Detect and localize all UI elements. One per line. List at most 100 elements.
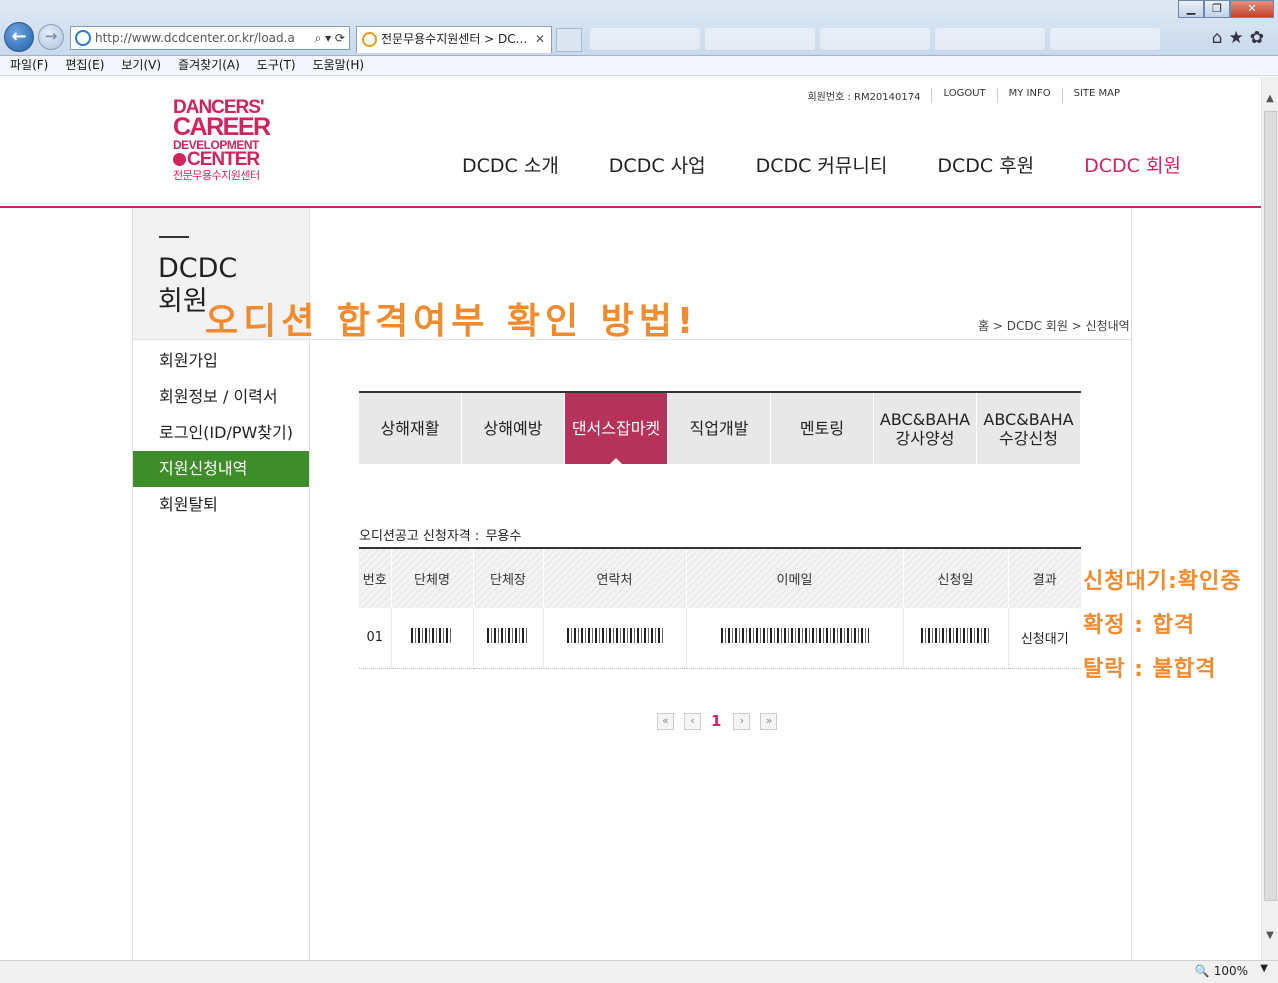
logo-dot-icon bbox=[173, 153, 186, 166]
sidebar-item-login[interactable]: 로그인(ID/PW찾기) bbox=[133, 415, 309, 451]
sidebar-item-withdraw[interactable]: 회원탈퇴 bbox=[133, 487, 309, 523]
sidebar-item-join[interactable]: 회원가입 bbox=[133, 343, 309, 379]
gnb-support[interactable]: DCDC 후원 bbox=[937, 151, 1034, 178]
sidebar-item-applications[interactable]: 지원신청내역 bbox=[133, 451, 309, 487]
logo-line: CENTER bbox=[187, 149, 260, 170]
menu-view[interactable]: 보기(V) bbox=[121, 56, 161, 75]
gnb-about[interactable]: DCDC 소개 bbox=[462, 151, 559, 178]
member-number: 회원번호 : RM20140174 bbox=[807, 92, 921, 103]
col-header-group: 단체명 bbox=[391, 548, 474, 608]
cell-no: 01 bbox=[359, 608, 392, 669]
redacted-text bbox=[720, 628, 869, 644]
breadcrumb-divider bbox=[309, 339, 1131, 340]
col-header-email: 이메일 bbox=[686, 548, 904, 608]
prev-page-button[interactable]: ‹ bbox=[684, 712, 701, 730]
tab-active[interactable]: 전문무용수지원센터 > DC... ✕ bbox=[356, 26, 552, 53]
taskbar-ghost bbox=[705, 28, 815, 50]
minimize-icon[interactable]: ▁ bbox=[1178, 0, 1204, 18]
global-nav: DCDC 소개 DCDC 사업 DCDC 커뮤니티 DCDC 후원 DCDC 회… bbox=[462, 151, 1231, 178]
scroll-up-icon[interactable]: ▲ bbox=[1262, 93, 1278, 109]
zoom-dropdown-icon[interactable]: ▼ bbox=[1260, 963, 1268, 974]
qualification-line: 오디션공고 신청자격 : 무용수 bbox=[359, 525, 521, 544]
sidebar-menu: 회원가입 회원정보 / 이력서 로그인(ID/PW찾기) 지원신청내역 회원탈퇴 bbox=[133, 343, 309, 523]
search-refresh-icon[interactable]: ⌕ ▾ ⟳ bbox=[310, 27, 345, 49]
col-header-contact: 연락처 bbox=[543, 548, 687, 608]
logout-link[interactable]: LOGOUT bbox=[931, 88, 996, 103]
site-map-link[interactable]: SITE MAP bbox=[1061, 88, 1131, 103]
redacted-text bbox=[487, 628, 529, 644]
gnb-business[interactable]: DCDC 사업 bbox=[609, 151, 706, 178]
vertical-scrollbar[interactable]: ▲ ▼ bbox=[1261, 77, 1278, 960]
zoom-level[interactable]: 🔍 100% bbox=[1195, 964, 1248, 978]
taskbar-ghost bbox=[1050, 28, 1160, 50]
taskbar-ghost bbox=[820, 28, 930, 50]
tab-injury-prevention[interactable]: 상해예방 bbox=[462, 393, 564, 464]
annotation-legend-accepted: 확정 : 합격 bbox=[1083, 613, 1196, 638]
menu-file[interactable]: 파일(F) bbox=[10, 56, 48, 75]
cell-date-redacted bbox=[903, 608, 1009, 669]
address-bar[interactable]: http://www.dcdcenter.or.kr/load.a ⌕ ▾ ⟳ bbox=[70, 26, 350, 50]
tab-title: 전문무용수지원센터 > DC... bbox=[381, 32, 528, 46]
program-tabs: 상해재활 상해예방 댄서스잡마켓 직업개발 멘토링 ABC&BAHA 강사양성 … bbox=[359, 391, 1081, 464]
taskbar-ghost bbox=[590, 28, 700, 50]
menu-tools[interactable]: 도구(T) bbox=[257, 56, 296, 75]
gnb-member[interactable]: DCDC 회원 bbox=[1084, 151, 1181, 178]
window-controls: ▁ ❐ ✕ bbox=[1178, 0, 1274, 18]
cell-group-redacted bbox=[391, 608, 474, 669]
last-page-button[interactable]: » bbox=[760, 712, 778, 730]
gnb-community[interactable]: DCDC 커뮤니티 bbox=[756, 151, 888, 178]
back-icon[interactable]: ← bbox=[4, 22, 34, 52]
col-header-date: 신청일 bbox=[903, 548, 1009, 608]
logo-line: CAREER bbox=[173, 113, 271, 141]
page-viewport: DANCERS' CAREER DEVELOPMENT CENTER 전문무용수… bbox=[0, 77, 1261, 960]
ie-page-icon bbox=[75, 30, 91, 46]
tab-close-icon[interactable]: ✕ bbox=[535, 27, 545, 52]
tab-abc-instructor[interactable]: ABC&BAHA 강사양성 bbox=[874, 393, 976, 464]
maximize-icon[interactable]: ❐ bbox=[1204, 0, 1230, 18]
first-page-button[interactable]: « bbox=[657, 712, 674, 730]
dcdc-logo[interactable]: DANCERS' CAREER DEVELOPMENT CENTER 전문무용수… bbox=[173, 98, 273, 183]
sidebar-accent-bar bbox=[159, 236, 189, 238]
cell-contact-redacted bbox=[543, 608, 687, 669]
new-tab-button[interactable] bbox=[556, 28, 582, 52]
menu-edit[interactable]: 편집(E) bbox=[65, 56, 104, 75]
col-header-no: 번호 bbox=[359, 548, 392, 608]
cell-leader-redacted bbox=[473, 608, 544, 669]
tab-injury-rehab[interactable]: 상해재활 bbox=[359, 393, 461, 464]
cell-result: 신청대기 bbox=[1008, 608, 1081, 669]
my-info-link[interactable]: MY INFO bbox=[996, 88, 1062, 103]
annotation-legend-rejected: 탈락 : 불합격 bbox=[1083, 657, 1217, 682]
redacted-text bbox=[920, 628, 991, 644]
scroll-thumb[interactable] bbox=[1264, 111, 1277, 901]
menu-help[interactable]: 도움말(H) bbox=[313, 56, 365, 75]
ie-tab-icon bbox=[362, 32, 377, 47]
table-row[interactable]: 01 신청대기 bbox=[359, 608, 1081, 669]
breadcrumb: 홈 > DCDC 회원 > 신청내역 bbox=[978, 319, 1130, 333]
col-header-result: 결과 bbox=[1008, 548, 1081, 608]
utility-nav: 회원번호 : RM20140174 LOGOUT MY INFO SITE MA… bbox=[796, 88, 1131, 103]
sidebar-title-line: DCDC bbox=[158, 253, 238, 284]
next-page-button[interactable]: › bbox=[733, 712, 751, 730]
logo-line: 전문무용수지원센터 bbox=[173, 170, 260, 182]
menu-favorites[interactable]: 즐겨찾기(A) bbox=[178, 56, 240, 75]
table-header-row: 번호 단체명 단체장 연락처 이메일 신청일 결과 bbox=[359, 548, 1081, 608]
taskbar-ghost bbox=[935, 28, 1045, 50]
logo-line: CENTER bbox=[173, 149, 273, 170]
tab-career-development[interactable]: 직업개발 bbox=[668, 393, 770, 464]
current-page[interactable]: 1 bbox=[711, 712, 721, 730]
application-table: 번호 단체명 단체장 연락처 이메일 신청일 결과 01 신청대기 bbox=[359, 547, 1081, 669]
status-bar: 🔍 100% ▼ bbox=[0, 960, 1278, 983]
forward-icon[interactable]: → bbox=[38, 24, 64, 50]
qualification-label: 오디션공고 신청자격 : bbox=[359, 529, 480, 544]
tab-abc-course[interactable]: ABC&BAHA 수강신청 bbox=[977, 393, 1080, 464]
browser-toolbar: ← → http://www.dcdcenter.or.kr/load.a ⌕ … bbox=[0, 0, 1278, 56]
home-favorites-tools-icons[interactable]: ⌂★✿ bbox=[1212, 28, 1270, 48]
tab-job-market[interactable]: 댄서스잡마켓 bbox=[565, 393, 667, 464]
close-window-icon[interactable]: ✕ bbox=[1230, 0, 1274, 18]
pagination: « ‹ 1 › » bbox=[657, 712, 787, 730]
tab-mentoring[interactable]: 멘토링 bbox=[771, 393, 873, 464]
address-text: http://www.dcdcenter.or.kr/load.a bbox=[95, 31, 295, 45]
scroll-down-icon[interactable]: ▼ bbox=[1262, 930, 1278, 946]
sidebar-item-profile[interactable]: 회원정보 / 이력서 bbox=[133, 379, 309, 415]
qualification-value: 무용수 bbox=[485, 529, 522, 544]
